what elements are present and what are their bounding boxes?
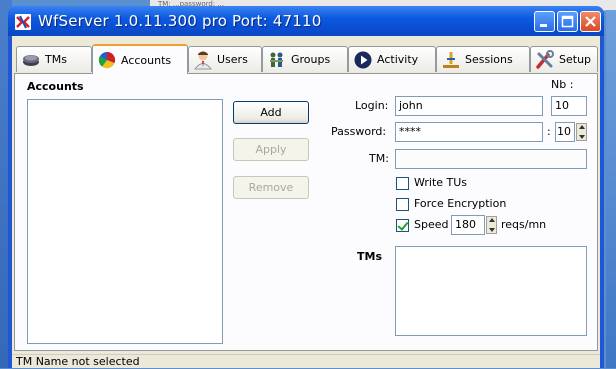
- nb-label: Nb :: [551, 78, 574, 91]
- force-encryption-checkbox[interactable]: [396, 198, 409, 211]
- speed-unit-label: reqs/mn: [501, 218, 547, 231]
- nb-input[interactable]: 10: [551, 96, 587, 116]
- tab-users[interactable]: Users: [188, 46, 262, 72]
- speed-stepper[interactable]: [486, 216, 497, 234]
- tab-tms[interactable]: TMs: [16, 46, 92, 72]
- database-icon: [23, 54, 39, 66]
- title-bar[interactable]: WfServer 1.0.11.300 pro Port: 47110: [8, 6, 604, 36]
- speed-label: Speed: [414, 218, 449, 231]
- apply-button[interactable]: Apply: [233, 138, 309, 161]
- play-icon: [354, 51, 372, 68]
- password-label: Password:: [331, 125, 387, 138]
- password-spin-stepper[interactable]: [576, 123, 587, 141]
- tab-label: Activity: [377, 53, 419, 66]
- tm-input[interactable]: [395, 149, 587, 169]
- tab-sessions[interactable]: Sessions: [436, 46, 530, 72]
- tab-strip: TMs Accounts Users Groups Activity Sessi…: [12, 44, 600, 74]
- add-button[interactable]: Add: [233, 101, 309, 124]
- app-logo-icon: [15, 14, 31, 30]
- accounts-panel: Accounts Add Apply Remove Nb : Login: jo…: [14, 73, 598, 351]
- write-tus-checkbox[interactable]: [396, 177, 409, 190]
- tab-setup[interactable]: Setup: [530, 46, 598, 72]
- force-encryption-label: Force Encryption: [414, 197, 507, 210]
- wfserver-window: WfServer 1.0.11.300 pro Port: 47110 TMs: [8, 6, 604, 368]
- tab-label: Setup: [559, 53, 592, 66]
- tab-label: TMs: [45, 53, 67, 66]
- tab-activity[interactable]: Activity: [348, 46, 436, 72]
- tab-label: Sessions: [465, 53, 513, 66]
- accounts-list[interactable]: [27, 99, 223, 344]
- warning-icon: [443, 51, 459, 68]
- login-input[interactable]: john: [395, 96, 543, 116]
- password-spin-input[interactable]: 10: [555, 122, 575, 142]
- client-area: TMs Accounts Users Groups Activity Sessi…: [12, 36, 600, 368]
- status-bar: TM Name not selected: [12, 354, 600, 368]
- desktop-background-right: [606, 10, 616, 368]
- minimize-icon: [540, 24, 547, 27]
- group-icon: [270, 52, 283, 67]
- tab-label: Accounts: [121, 53, 172, 67]
- maximize-button[interactable]: [557, 11, 578, 32]
- speed-input[interactable]: 180: [451, 215, 485, 235]
- close-icon: [585, 16, 596, 27]
- tools-icon: [536, 49, 554, 69]
- minimize-button[interactable]: [534, 11, 555, 32]
- pie-chart-icon: [98, 51, 116, 69]
- tms-list[interactable]: [395, 246, 587, 336]
- speed-checkbox[interactable]: [396, 219, 409, 232]
- remove-button[interactable]: Remove: [233, 176, 309, 199]
- tab-label: Users: [217, 53, 248, 66]
- write-tus-label: Write TUs: [414, 176, 468, 189]
- tm-label: TM:: [369, 152, 389, 165]
- tab-accounts[interactable]: Accounts: [92, 44, 188, 74]
- tab-label: Groups: [291, 53, 331, 66]
- tab-groups[interactable]: Groups: [262, 46, 348, 72]
- accounts-list-title: Accounts: [27, 80, 84, 93]
- maximize-icon: [561, 15, 574, 28]
- login-label: Login:: [355, 99, 389, 112]
- close-button[interactable]: [580, 11, 601, 32]
- window-title: WfServer 1.0.11.300 pro Port: 47110: [38, 12, 322, 30]
- tms-label: TMs: [357, 250, 382, 263]
- password-colon: :: [547, 125, 551, 138]
- user-icon: [194, 51, 212, 69]
- password-input[interactable]: ****: [395, 122, 543, 142]
